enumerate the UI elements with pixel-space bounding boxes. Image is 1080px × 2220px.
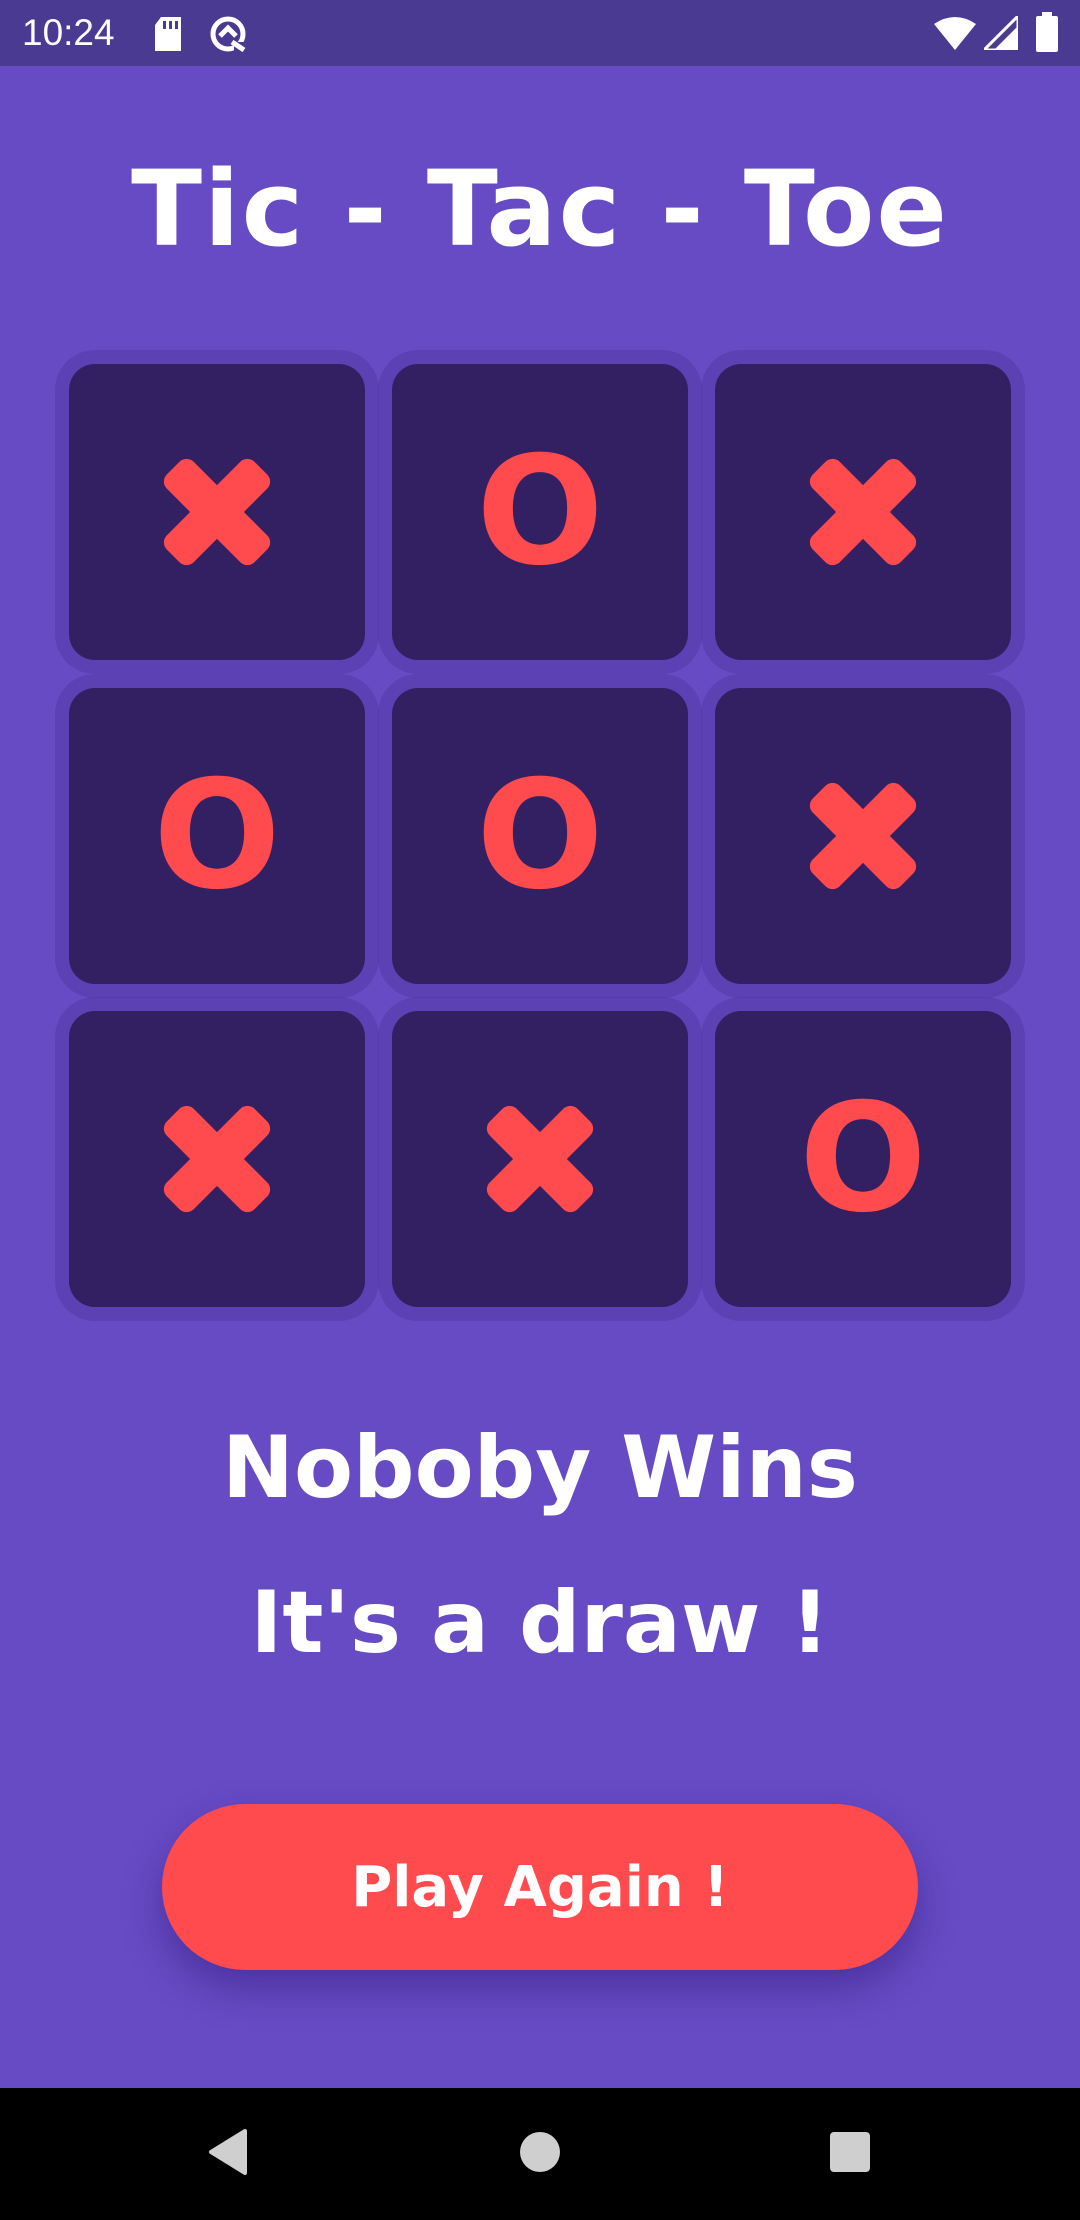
board-cell[interactable]: O [715, 1011, 1011, 1307]
result-line-2: It's a draw ! [250, 1573, 830, 1673]
status-bar: 10:24 [0, 0, 1080, 66]
recents-button[interactable] [770, 2088, 930, 2220]
sd-card-icon [153, 17, 183, 55]
sync-icon [208, 14, 248, 58]
home-icon [519, 2131, 561, 2177]
battery-icon [1036, 12, 1058, 56]
navigation-bar [0, 2088, 1080, 2220]
board-cell[interactable]: O [392, 364, 688, 660]
cell-mark: O [799, 1072, 927, 1246]
cell-mark [475, 1094, 605, 1224]
result-line-1: Noboby Wins [221, 1418, 858, 1518]
home-button[interactable] [460, 2088, 620, 2220]
play-again-button[interactable]: Play Again ! [162, 1804, 918, 1970]
board-cell[interactable] [715, 364, 1011, 660]
signal-icon [980, 12, 1020, 54]
back-icon [207, 2129, 247, 2179]
board-cell[interactable] [69, 364, 365, 660]
status-time: 10:24 [22, 12, 115, 53]
cell-mark [798, 771, 928, 901]
board-cell[interactable] [69, 1011, 365, 1307]
cell-mark: O [153, 749, 281, 923]
page-title: Tic - Tac - Toe [131, 148, 949, 270]
board-cell[interactable] [392, 1011, 688, 1307]
wifi-icon [934, 16, 976, 54]
board-cell[interactable]: O [392, 688, 688, 984]
cell-mark [152, 447, 282, 577]
board-cell[interactable] [715, 688, 1011, 984]
recents-icon [830, 2132, 870, 2176]
board-cell[interactable]: O [69, 688, 365, 984]
cell-mark [798, 447, 928, 577]
cell-mark: O [476, 425, 604, 599]
back-button[interactable] [147, 2088, 307, 2220]
cell-mark [152, 1094, 282, 1224]
cell-mark: O [476, 749, 604, 923]
play-again-label: Play Again ! [351, 1854, 729, 1920]
